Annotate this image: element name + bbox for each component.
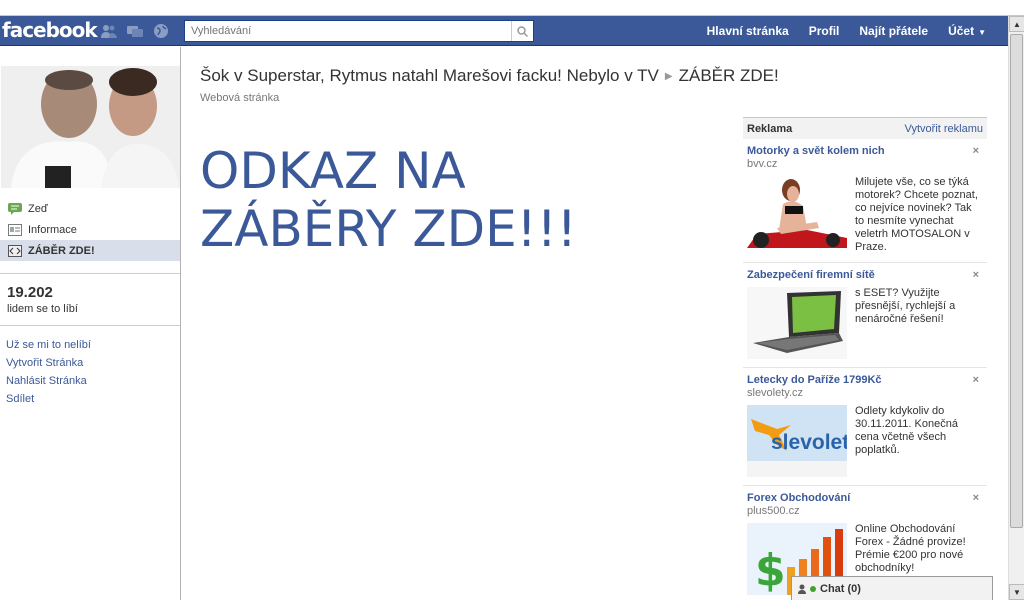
search-input[interactable] xyxy=(185,21,505,41)
friend-requests-icon[interactable] xyxy=(100,22,118,40)
ads-heading: Reklama xyxy=(747,122,793,135)
online-status-icon xyxy=(810,585,816,592)
facebook-logo[interactable]: facebook xyxy=(2,18,98,42)
likes-count: 19.202 xyxy=(7,284,53,301)
ad-item[interactable]: Zabezpečení firemní sítě × s ESET? Využi… xyxy=(743,263,987,368)
page-category: Webová stránka xyxy=(200,92,280,104)
scroll-thumb[interactable] xyxy=(1010,34,1023,528)
nav-find-friends[interactable]: Najít přátele xyxy=(849,16,938,46)
sidebar-item-wall[interactable]: Zeď xyxy=(0,198,180,219)
close-icon[interactable]: × xyxy=(973,145,979,157)
create-ad-link[interactable]: Vytvořit reklamu xyxy=(905,123,983,135)
sidebar-item-tab-active[interactable]: ZÁBĚR ZDE! xyxy=(0,240,180,261)
sidebar-menu: Zeď Informace ZÁBĚR ZDE! xyxy=(0,198,180,261)
report-page-link[interactable]: Nahlásit Stránka xyxy=(6,372,91,390)
search-button[interactable] xyxy=(511,21,533,41)
breadcrumb-arrow-icon: ▶ xyxy=(664,71,673,82)
close-icon[interactable]: × xyxy=(973,492,979,504)
nav-profile[interactable]: Profil xyxy=(799,16,850,46)
create-page-link[interactable]: Vytvořit Stránka xyxy=(6,354,91,372)
footage-link[interactable]: ODKAZ NA ZÁBĚRY ZDE!!! xyxy=(200,142,670,258)
share-link[interactable]: Sdílet xyxy=(6,390,91,408)
info-icon xyxy=(8,223,22,236)
likes-label: lidem se to líbí xyxy=(7,303,78,315)
wall-icon xyxy=(8,202,22,215)
ad-item[interactable]: Motorky a svět kolem nich bvv.cz × Miluj… xyxy=(743,139,987,263)
sidebar-item-info[interactable]: Informace xyxy=(0,219,180,240)
tab-icon xyxy=(8,244,22,257)
likes-block: 19.202 lidem se to líbí xyxy=(0,273,180,326)
laptop-image[interactable] xyxy=(747,287,847,359)
current-tab-title: ZÁBĚR ZDE! xyxy=(678,66,779,85)
notifications-globe-icon[interactable] xyxy=(152,22,170,40)
ad-title[interactable]: Zabezpečení firemní sítě xyxy=(747,269,983,281)
chat-label: Chat (0) xyxy=(820,582,861,595)
ad-text: s ESET? Využijte přesnější, rychlejší a … xyxy=(855,287,956,325)
scroll-up-arrow-icon[interactable]: ▲ xyxy=(1009,16,1024,32)
left-sidebar: Zeď Informace ZÁBĚR ZDE! 19.202 lidem se… xyxy=(0,47,181,600)
sidebar-item-label: Informace xyxy=(28,223,77,236)
ad-item[interactable]: Letecky do Paříže 1799Kč slevolety.cz × … xyxy=(743,368,987,486)
chevron-down-icon: ▼ xyxy=(978,28,986,37)
motorcycle-model-image[interactable] xyxy=(747,176,847,248)
ads-column: Reklama Vytvořit reklamu Motorky a svět … xyxy=(743,117,987,600)
search-icon xyxy=(517,25,528,37)
profile-picture[interactable] xyxy=(1,66,180,188)
slevolety-logo-image[interactable]: slevolety xyxy=(747,405,847,477)
browser-top-strip xyxy=(0,0,1024,16)
scroll-down-arrow-icon[interactable]: ▼ xyxy=(1009,584,1024,600)
chat-people-icon xyxy=(798,584,806,594)
nav-account[interactable]: Účet ▼ xyxy=(938,16,996,46)
ad-domain: plus500.cz xyxy=(747,505,800,517)
page-name-link[interactable]: Šok v Superstar, Rytmus natahl Marešovi … xyxy=(200,66,659,85)
svg-text:$: $ xyxy=(755,545,786,595)
page-title: Šok v Superstar, Rytmus natahl Marešovi … xyxy=(200,66,779,86)
top-navigation-bar: facebook Hlavní stránka Profil Najít přá… xyxy=(0,16,1008,46)
sidebar-item-label: Zeď xyxy=(28,202,48,215)
top-nav-links: Hlavní stránka Profil Najít přátele Účet… xyxy=(697,16,996,46)
ad-domain: bvv.cz xyxy=(747,158,778,170)
close-icon[interactable]: × xyxy=(973,374,979,386)
ad-text: Odlety kdykoliv do 30.11.2011. Konečná c… xyxy=(855,405,958,456)
ad-title[interactable]: Motorky a svět kolem nich xyxy=(747,145,983,157)
sidebar-item-label: ZÁBĚR ZDE! xyxy=(28,244,95,257)
ad-domain: slevolety.cz xyxy=(747,387,804,399)
sidebar-links: Už se mi to nelíbí Vytvořit Stránka Nahl… xyxy=(6,336,91,408)
messages-icon[interactable] xyxy=(126,22,144,40)
ad-title[interactable]: Letecky do Paříže 1799Kč xyxy=(747,374,983,386)
notification-jewels xyxy=(100,22,170,40)
nav-home[interactable]: Hlavní stránka xyxy=(697,16,799,46)
vertical-scrollbar[interactable]: ▲ ▼ xyxy=(1008,16,1024,600)
svg-text:slevolety: slevolety xyxy=(771,431,847,454)
unlike-link[interactable]: Už se mi to nelíbí xyxy=(6,336,91,354)
close-icon[interactable]: × xyxy=(973,269,979,281)
ad-text: Milujete vše, co se týká motorek? Chcete… xyxy=(855,176,978,253)
ad-title[interactable]: Forex Obchodování xyxy=(747,492,983,504)
ads-header: Reklama Vytvořit reklamu xyxy=(743,117,987,139)
chat-bar[interactable]: Chat (0) xyxy=(791,576,993,600)
search-box xyxy=(184,20,534,42)
nav-account-label: Účet xyxy=(948,24,975,38)
